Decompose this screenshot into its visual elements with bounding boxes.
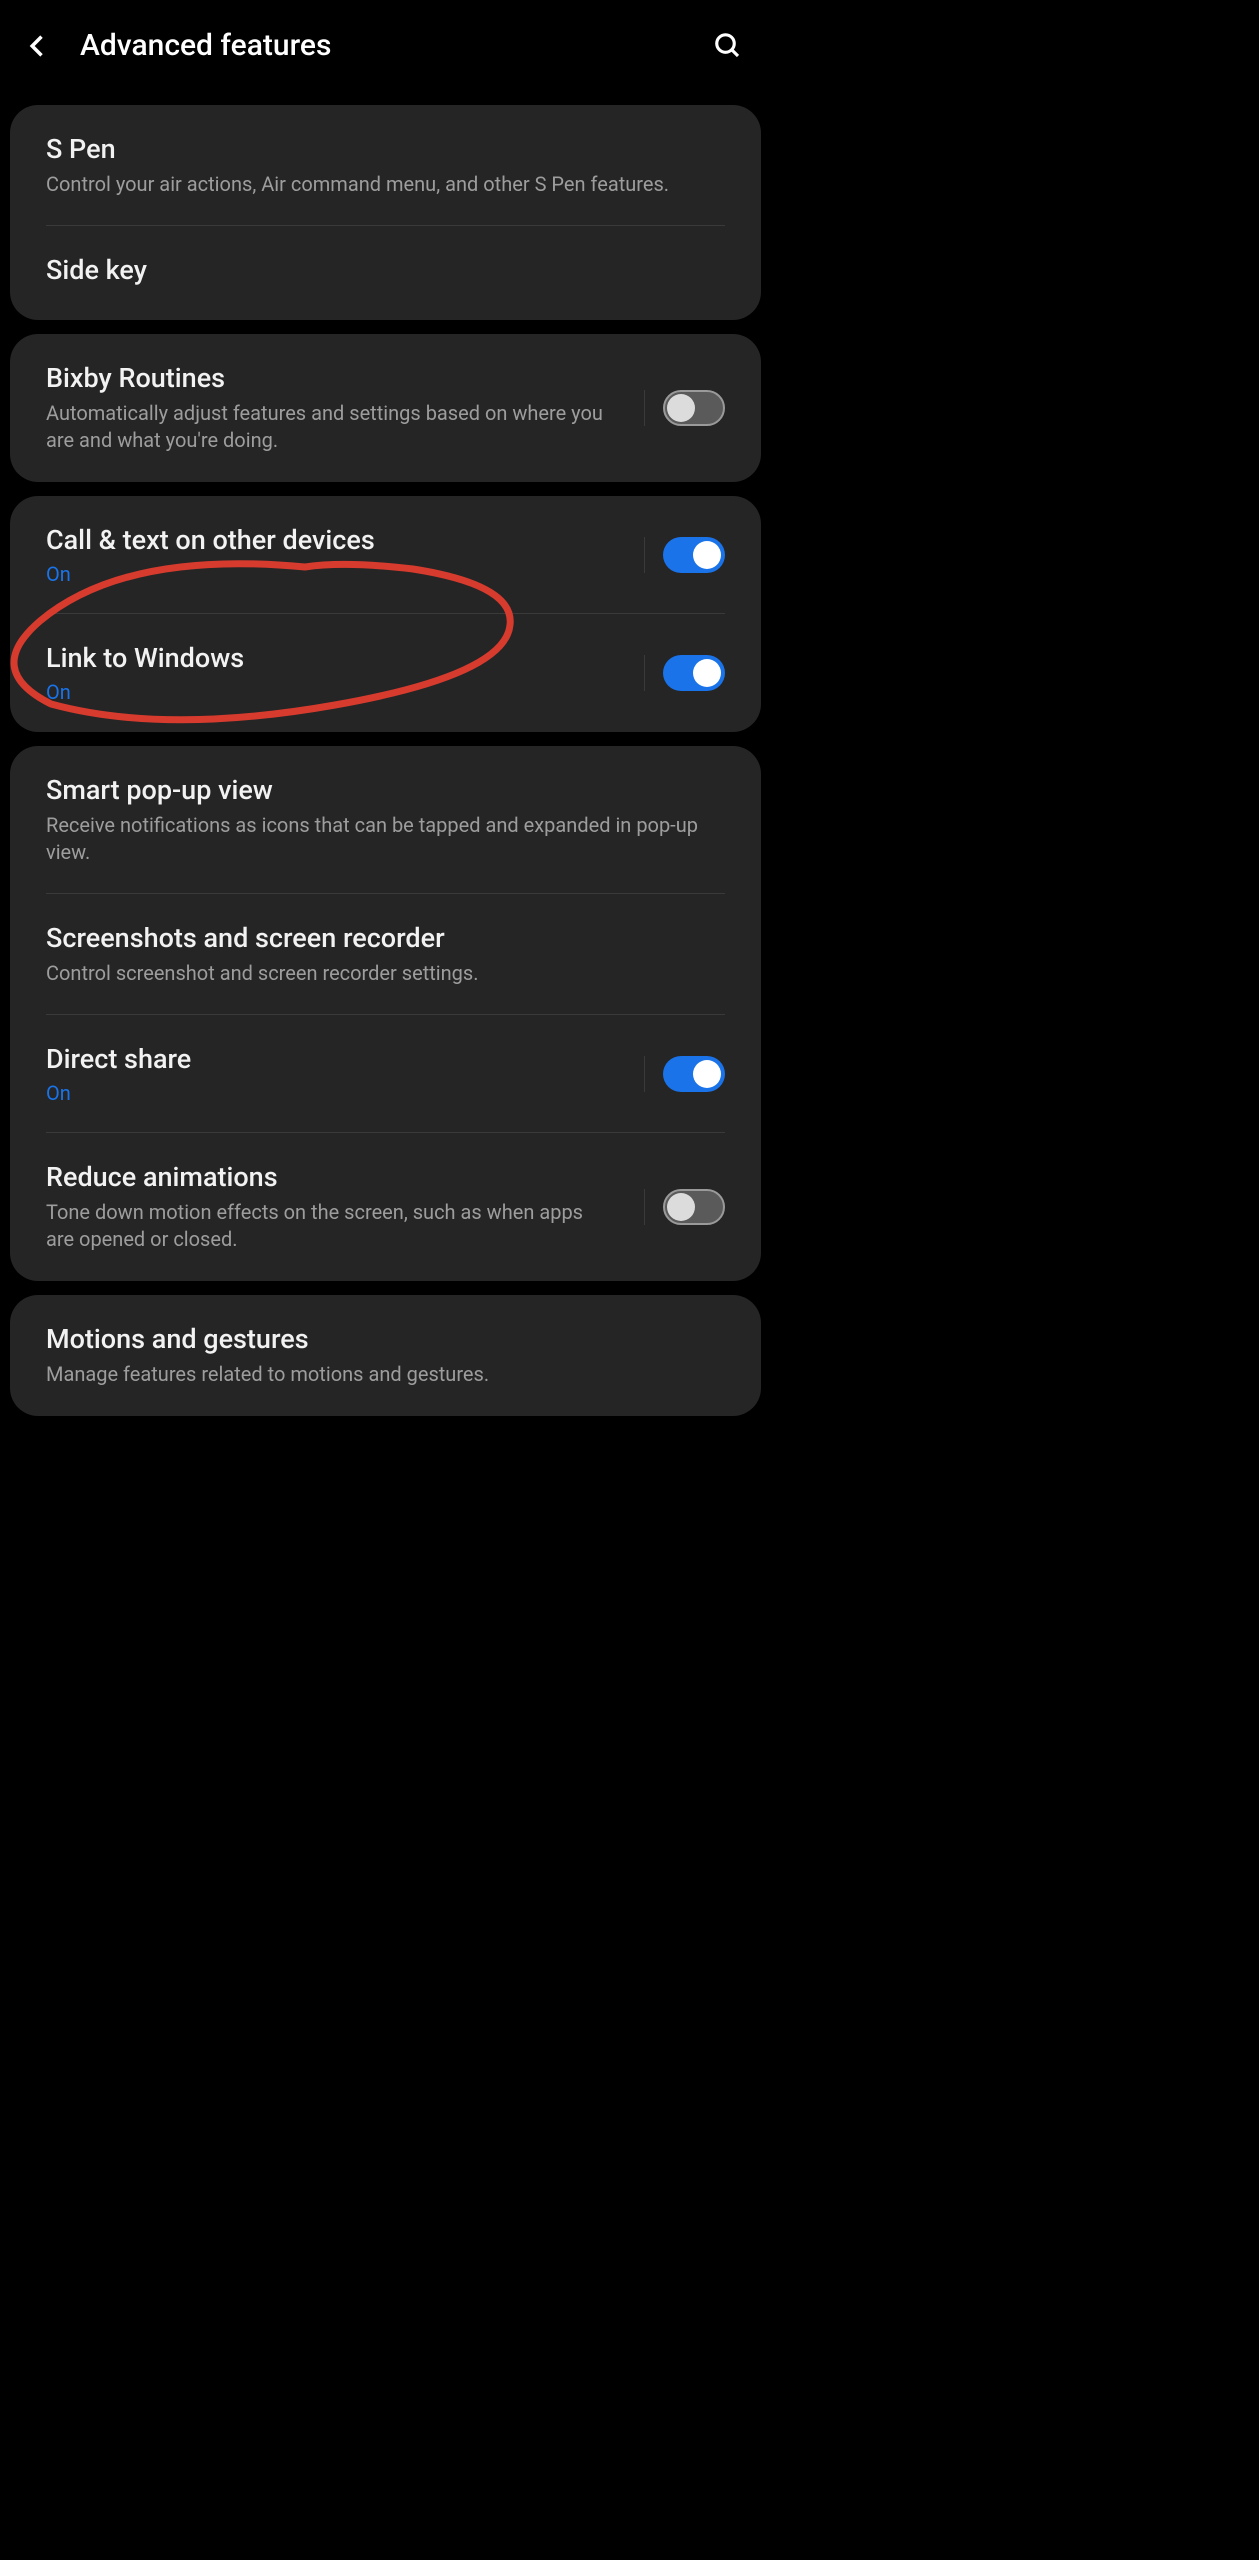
bixby-toggle[interactable] [663, 390, 725, 426]
setting-text: Screenshots and screen recorder Control s… [46, 922, 725, 987]
setting-status: On [46, 680, 634, 704]
setting-title: Call & text on other devices [46, 524, 634, 556]
toggle-knob [693, 541, 721, 569]
setting-title: Motions and gestures [46, 1323, 725, 1355]
setting-text: Link to Windows On [46, 642, 634, 704]
linkwin-toggle[interactable] [663, 655, 725, 691]
setting-item-spen[interactable]: S Pen Control your air actions, Air comma… [10, 105, 761, 226]
search-icon[interactable] [713, 31, 743, 61]
setting-text: Reduce animations Tone down motion effect… [46, 1161, 634, 1253]
setting-item-sidekey[interactable]: Side key [10, 226, 761, 320]
setting-status: On [46, 562, 634, 586]
setting-item-calltext[interactable]: Call & text on other devices On [10, 496, 761, 614]
setting-desc: Tone down motion effects on the screen, … [46, 1199, 634, 1253]
toggle-knob [667, 394, 695, 422]
calltext-toggle[interactable] [663, 537, 725, 573]
setting-item-screenshot[interactable]: Screenshots and screen recorder Control s… [10, 894, 761, 1015]
setting-title: Direct share [46, 1043, 634, 1075]
toggle-knob [693, 1060, 721, 1088]
setting-item-directshare[interactable]: Direct share On [10, 1015, 761, 1133]
setting-title: Smart pop-up view [46, 774, 725, 806]
toggle-wrap [644, 1189, 725, 1225]
toggle-wrap [644, 1056, 725, 1092]
setting-item-motions[interactable]: Motions and gestures Manage features rela… [10, 1295, 761, 1416]
back-icon[interactable] [24, 32, 52, 60]
settings-group: Call & text on other devicesOnLink to Wi… [10, 496, 761, 732]
setting-title: S Pen [46, 133, 725, 165]
setting-title: Bixby Routines [46, 362, 634, 394]
toggle-knob [667, 1193, 695, 1221]
setting-item-linkwin[interactable]: Link to Windows On [10, 614, 761, 732]
setting-text: Direct share On [46, 1043, 634, 1105]
setting-item-popup[interactable]: Smart pop-up view Receive notifications a… [10, 746, 761, 894]
setting-desc: Control screenshot and screen recorder s… [46, 960, 725, 987]
toggle-wrap [644, 537, 725, 573]
settings-group: Motions and gestures Manage features rela… [10, 1295, 761, 1416]
setting-title: Reduce animations [46, 1161, 634, 1193]
setting-item-bixby[interactable]: Bixby Routines Automatically adjust featu… [10, 334, 761, 482]
toggle-wrap [644, 655, 725, 691]
setting-desc: Receive notifications as icons that can … [46, 812, 725, 866]
directshare-toggle[interactable] [663, 1056, 725, 1092]
setting-desc: Control your air actions, Air command me… [46, 171, 725, 198]
setting-title: Screenshots and screen recorder [46, 922, 725, 954]
settings-group: Bixby Routines Automatically adjust featu… [10, 334, 761, 482]
header: Advanced features [0, 0, 771, 91]
settings-group: S Pen Control your air actions, Air comma… [10, 105, 761, 320]
settings-group: Smart pop-up view Receive notifications a… [10, 746, 761, 1281]
setting-text: Call & text on other devices On [46, 524, 634, 586]
setting-desc: Automatically adjust features and settin… [46, 400, 634, 454]
setting-title: Side key [46, 254, 725, 286]
reduceanim-toggle[interactable] [663, 1189, 725, 1225]
setting-text: Side key [46, 254, 725, 292]
setting-text: S Pen Control your air actions, Air comma… [46, 133, 725, 198]
setting-text: Bixby Routines Automatically adjust featu… [46, 362, 634, 454]
toggle-wrap [644, 390, 725, 426]
page-title: Advanced features [80, 28, 331, 63]
setting-status: On [46, 1081, 634, 1105]
setting-title: Link to Windows [46, 642, 634, 674]
setting-text: Smart pop-up view Receive notifications a… [46, 774, 725, 866]
setting-desc: Manage features related to motions and g… [46, 1361, 725, 1388]
setting-item-reduceanim[interactable]: Reduce animations Tone down motion effect… [10, 1133, 761, 1281]
toggle-knob [693, 659, 721, 687]
setting-text: Motions and gestures Manage features rela… [46, 1323, 725, 1388]
